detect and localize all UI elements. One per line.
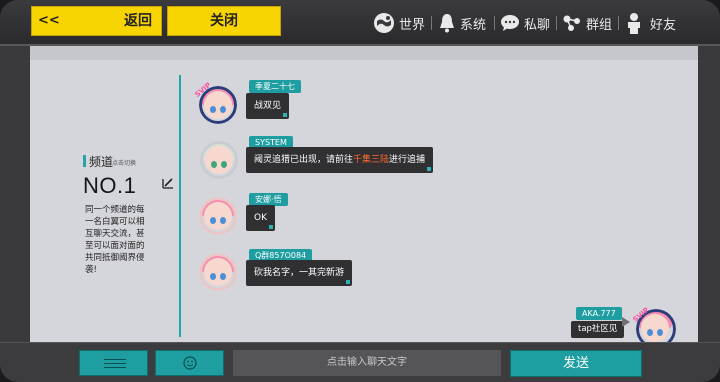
self-message-bubble: tap社区见 bbox=[571, 321, 625, 338]
nav-separator bbox=[618, 16, 619, 30]
menu-icon bbox=[104, 367, 126, 368]
self-message-text: tap社区见 bbox=[578, 324, 618, 334]
message-bubble: 战双见 bbox=[246, 93, 290, 119]
bubble-corner bbox=[283, 113, 288, 117]
tab-friends[interactable]: 好友 bbox=[626, 10, 676, 36]
bell-icon bbox=[440, 14, 454, 33]
panel-divider bbox=[179, 75, 181, 337]
message-text: 战双见 bbox=[254, 101, 282, 111]
edit-icon[interactable] bbox=[162, 177, 174, 189]
chat-icon bbox=[501, 15, 519, 31]
message-text: 砍我名字，一其完新游 bbox=[254, 268, 345, 278]
back-label: 返回 bbox=[124, 13, 152, 29]
tab-system[interactable]: 系统 bbox=[438, 10, 486, 36]
chat-panel bbox=[30, 60, 698, 342]
tab-private-chat[interactable]: 私聊 bbox=[500, 10, 550, 36]
chat-screen: << 返回 关闭 世界 系统 私聊 群组 好友 频道 点击切换 NO.1 同一个… bbox=[0, 0, 720, 382]
nav-separator bbox=[431, 16, 432, 30]
avatar-frame bbox=[199, 197, 237, 235]
channel-switch-hint[interactable]: 点击切换 bbox=[112, 158, 136, 167]
emoji-button[interactable] bbox=[155, 350, 224, 376]
tab-friends-label: 好友 bbox=[650, 17, 677, 33]
menu-icon bbox=[104, 363, 126, 364]
sender-avatar[interactable] bbox=[200, 141, 238, 179]
chat-input[interactable]: 点击输入聊天文字 bbox=[233, 350, 501, 376]
channel-description: 同一个频道的每一名白翼可以相互聊天交流，甚至可以面对面的共同抵御阈界侵袭! bbox=[85, 205, 145, 275]
menu-icon bbox=[104, 359, 126, 360]
tab-world-label: 世界 bbox=[399, 17, 426, 33]
avatar-frame bbox=[199, 253, 237, 291]
person-icon bbox=[628, 13, 640, 34]
send-button[interactable]: 发送 bbox=[510, 350, 642, 377]
message-bubble: 砍我名字，一其完新游 bbox=[246, 260, 353, 286]
tab-group[interactable]: 群组 bbox=[562, 10, 612, 36]
self-name-tag: AKA.777 bbox=[576, 307, 622, 320]
bubble-corner bbox=[346, 280, 351, 284]
tab-private-chat-label: 私聊 bbox=[524, 17, 551, 33]
tab-group-label: 群组 bbox=[586, 17, 613, 33]
group-icon bbox=[563, 15, 580, 31]
location-link[interactable]: 千集三陆 bbox=[353, 155, 389, 165]
back-arrow-icon: << bbox=[38, 13, 60, 28]
globe-icon bbox=[374, 13, 394, 33]
bubble-corner bbox=[427, 167, 432, 171]
message-bubble: OK bbox=[246, 205, 275, 231]
sender-avatar[interactable] bbox=[199, 253, 237, 291]
message-bubble: 阈灵追猎已出现，请前往千集三陆进行追捕 bbox=[246, 147, 434, 173]
nav-separator bbox=[494, 16, 495, 30]
message-text: 进行追捕 bbox=[389, 155, 426, 165]
menu-button[interactable] bbox=[79, 350, 148, 376]
channel-marker bbox=[83, 155, 86, 167]
sender-name-tag: 季夏二十七 bbox=[249, 80, 301, 93]
channel-number: NO.1 bbox=[83, 173, 137, 198]
close-button[interactable]: 关闭 bbox=[167, 6, 281, 36]
back-button[interactable]: << 返回 bbox=[31, 6, 162, 36]
avatar-frame bbox=[200, 141, 238, 179]
channel-title[interactable]: 频道 bbox=[89, 153, 113, 170]
tab-system-label: 系统 bbox=[460, 17, 487, 33]
sender-avatar[interactable] bbox=[199, 197, 237, 235]
message-text: OK bbox=[254, 213, 267, 223]
tab-world[interactable]: 世界 bbox=[373, 10, 425, 36]
message-text: 阈灵追猎已出现，请前往 bbox=[254, 155, 354, 165]
bubble-pointer-icon bbox=[622, 317, 630, 327]
nav-separator bbox=[556, 16, 557, 30]
content-header-strip bbox=[30, 46, 698, 60]
smiley-icon bbox=[183, 356, 197, 370]
bubble-corner bbox=[269, 225, 273, 229]
